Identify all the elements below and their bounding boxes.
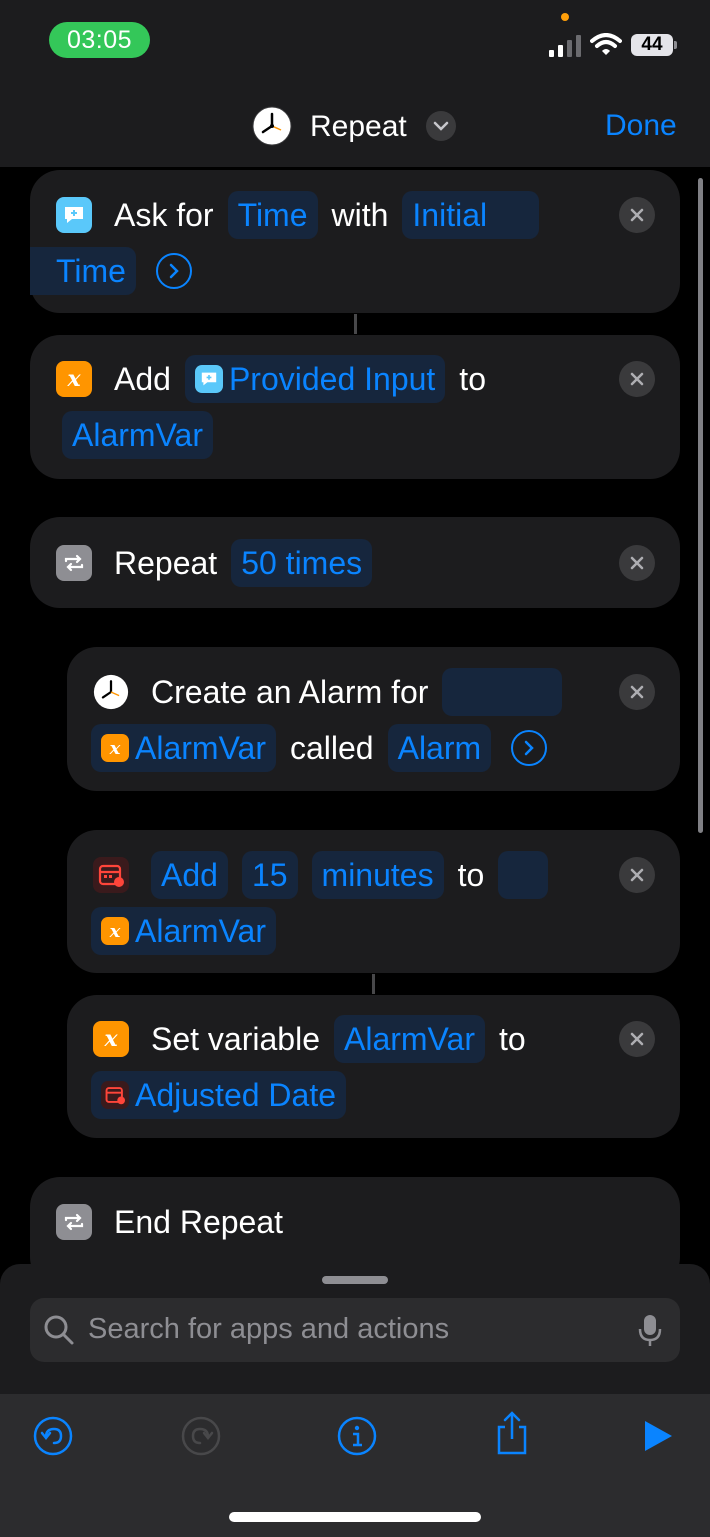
flow-connector bbox=[354, 314, 357, 334]
cellular-signal-icon bbox=[549, 35, 581, 57]
called-label: called bbox=[289, 729, 374, 766]
type-token[interactable]: Time bbox=[227, 191, 318, 239]
alarmvar-token[interactable]: AlarmVar bbox=[62, 411, 213, 459]
remove-action-icon[interactable] bbox=[619, 545, 655, 581]
done-button[interactable]: Done bbox=[605, 109, 677, 143]
variable-icon: x bbox=[101, 734, 129, 762]
remove-action-icon[interactable] bbox=[619, 197, 655, 233]
battery-icon: 44 bbox=[631, 34, 673, 56]
expand-chevron-icon[interactable] bbox=[155, 253, 192, 289]
provided-input-token[interactable]: Provided Input bbox=[184, 355, 446, 403]
alarmvar-token[interactable]: x AlarmVar bbox=[91, 907, 276, 955]
remove-action-icon[interactable] bbox=[619, 857, 655, 893]
remove-action-icon[interactable] bbox=[619, 1021, 655, 1057]
share-icon[interactable] bbox=[489, 1410, 535, 1456]
wifi-icon bbox=[590, 33, 622, 55]
undo-icon[interactable] bbox=[30, 1413, 76, 1459]
variable-icon: x bbox=[56, 361, 92, 397]
ask-for-input-icon bbox=[194, 365, 223, 393]
create-alarm-label: Create an Alarm for bbox=[151, 673, 429, 710]
initial-time-token[interactable]: Initial bbox=[402, 191, 540, 239]
flow-connector bbox=[372, 974, 375, 994]
chevron-down-icon[interactable] bbox=[426, 111, 456, 141]
amount-token[interactable]: 15 bbox=[241, 851, 298, 899]
alarmvar-label: AlarmVar bbox=[135, 912, 266, 949]
unit-token[interactable]: minutes bbox=[311, 851, 444, 899]
to-label: to bbox=[498, 1020, 526, 1057]
set-variable-label: Set variable bbox=[151, 1020, 320, 1057]
repeat-icon bbox=[56, 1204, 92, 1240]
shortcut-title[interactable]: Repeat bbox=[310, 110, 407, 144]
variable-icon: x bbox=[101, 917, 129, 945]
status-time: 03:05 bbox=[49, 22, 150, 58]
alarmvar-token[interactable]: x AlarmVar bbox=[91, 724, 276, 772]
provided-input-label: Provided Input bbox=[228, 360, 436, 397]
sheet-grabber[interactable] bbox=[322, 1276, 388, 1284]
alarmvar-label: AlarmVar bbox=[135, 729, 266, 766]
remove-action-icon[interactable] bbox=[619, 674, 655, 710]
search-icon bbox=[44, 1315, 74, 1345]
redo-icon[interactable] bbox=[178, 1413, 224, 1459]
with-label: with bbox=[331, 196, 389, 233]
clock-icon bbox=[93, 674, 129, 710]
repeat-label: Repeat bbox=[114, 544, 218, 581]
battery-nub bbox=[674, 41, 677, 49]
to-label: to bbox=[459, 360, 486, 397]
mic-in-use-indicator bbox=[561, 13, 569, 21]
calendar-adjust-icon bbox=[93, 857, 129, 893]
remove-action-icon[interactable] bbox=[619, 361, 655, 397]
adjusted-date-label: Adjusted Date bbox=[135, 1076, 337, 1113]
alarmvar-token[interactable]: AlarmVar bbox=[333, 1015, 485, 1063]
expand-chevron-icon[interactable] bbox=[511, 730, 548, 766]
repeat-count-token[interactable]: 50 times bbox=[231, 539, 373, 587]
date-token[interactable] bbox=[498, 851, 549, 899]
info-icon[interactable] bbox=[334, 1413, 380, 1459]
alarm-name-token[interactable]: Alarm bbox=[387, 724, 492, 772]
add-label: Add bbox=[114, 360, 171, 397]
variable-icon: x bbox=[93, 1021, 129, 1057]
alarm-time-token[interactable] bbox=[442, 668, 563, 716]
add-op-token[interactable]: Add bbox=[151, 851, 228, 899]
microphone-icon[interactable] bbox=[637, 1313, 663, 1349]
home-indicator[interactable] bbox=[229, 1512, 481, 1522]
search-placeholder: Search for apps and actions bbox=[88, 1313, 450, 1345]
end-repeat-label: End Repeat bbox=[114, 1203, 284, 1240]
adjusted-date-token[interactable]: Adjusted Date bbox=[91, 1071, 347, 1119]
to-label: to bbox=[457, 856, 485, 893]
repeat-icon bbox=[56, 545, 92, 581]
ask-for-label: Ask for bbox=[114, 196, 214, 233]
initial-time-token-cont[interactable]: Time bbox=[30, 247, 136, 295]
calendar-adjust-icon bbox=[101, 1081, 129, 1109]
play-icon[interactable] bbox=[634, 1413, 680, 1459]
scroll-indicator bbox=[698, 178, 703, 833]
ask-for-input-icon bbox=[56, 197, 92, 233]
clock-icon[interactable] bbox=[252, 106, 292, 146]
